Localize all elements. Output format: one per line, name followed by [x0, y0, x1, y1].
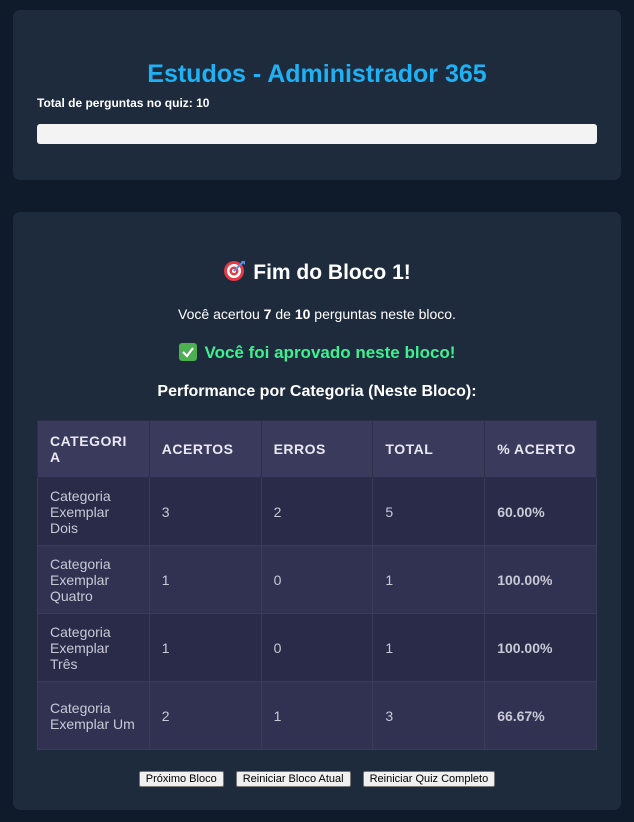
cell-total: 1 — [372, 613, 486, 682]
next-block-button[interactable]: Próximo Bloco — [138, 771, 224, 787]
cell-total: 5 — [372, 477, 486, 546]
column-header-acertos: ACERTOS — [148, 420, 262, 478]
table-row: Categoria Exemplar Três 1 0 1 100.00% — [37, 613, 597, 682]
restart-quiz-button[interactable]: Reiniciar Quiz Completo — [362, 771, 496, 787]
cell-percent: 66.67% — [484, 681, 597, 750]
score-prefix: Você acertou — [178, 306, 260, 322]
target-icon — [223, 260, 246, 282]
cell-category: Categoria Exemplar Três — [37, 613, 150, 682]
cell-correct: 1 — [148, 613, 262, 682]
performance-table: CATEGORIA ACERTOS ERROS TOTAL % ACERTO C… — [37, 420, 597, 750]
cell-correct: 2 — [148, 681, 262, 750]
column-header-categoria: CATEGORIA — [37, 420, 150, 478]
check-icon — [178, 343, 197, 361]
total-questions-label: Total de perguntas no quiz: — [37, 96, 193, 110]
block-title-text: Fim do Bloco 1! — [253, 261, 411, 284]
score-correct: 7 — [263, 306, 272, 322]
quiz-header-card: Estudos - Administrador 365 Total de per… — [13, 10, 621, 180]
cell-errors: 0 — [260, 613, 374, 682]
cell-category: Categoria Exemplar Dois — [37, 477, 150, 546]
cell-total: 1 — [372, 545, 486, 614]
cell-errors: 0 — [260, 545, 374, 614]
performance-heading: Performance por Categoria (Neste Bloco): — [157, 383, 477, 400]
score-middle: de — [275, 306, 291, 322]
cell-percent: 100.00% — [484, 545, 597, 614]
action-buttons: Próximo Bloco Reiniciar Bloco Atual Rein… — [13, 771, 621, 787]
block-title: Fim do Bloco 1! — [13, 260, 621, 285]
total-questions-value: 10 — [196, 96, 210, 110]
approved-message: Você foi aprovado neste bloco! — [13, 343, 621, 363]
cell-percent: 60.00% — [484, 477, 597, 546]
cell-correct: 1 — [148, 545, 262, 614]
cell-correct: 3 — [148, 477, 262, 546]
cell-category: Categoria Exemplar Quatro — [37, 545, 150, 614]
approved-text: Você foi aprovado neste bloco! — [204, 343, 456, 362]
cell-percent: 100.00% — [484, 613, 597, 682]
cell-category: Categoria Exemplar Um — [37, 681, 150, 750]
page-title: Estudos - Administrador 365 — [147, 60, 487, 88]
table-row: Categoria Exemplar Quatro 1 0 1 100.00% — [37, 545, 597, 614]
cell-errors: 1 — [260, 681, 374, 750]
score-total: 10 — [294, 306, 311, 322]
total-questions: Total de perguntas no quiz: 10 — [37, 96, 209, 110]
table-header-row: CATEGORIA ACERTOS ERROS TOTAL % ACERTO — [37, 420, 597, 478]
column-header-total: TOTAL — [372, 420, 486, 478]
table-row: Categoria Exemplar Dois 3 2 5 60.00% — [37, 477, 597, 546]
column-header-erros: ERROS — [260, 420, 374, 478]
progress-bar — [37, 124, 597, 144]
cell-errors: 2 — [260, 477, 374, 546]
score-summary: Você acertou 7 de 10 perguntas neste blo… — [13, 306, 621, 322]
score-suffix: perguntas neste bloco. — [314, 306, 456, 322]
restart-block-button[interactable]: Reiniciar Bloco Atual — [235, 771, 351, 787]
cell-total: 3 — [372, 681, 486, 750]
column-header-percent: % ACERTO — [484, 420, 597, 478]
block-result-card: Fim do Bloco 1! Você acertou 7 de 10 per… — [13, 212, 621, 810]
table-row: Categoria Exemplar Um 2 1 3 66.67% — [37, 681, 597, 750]
